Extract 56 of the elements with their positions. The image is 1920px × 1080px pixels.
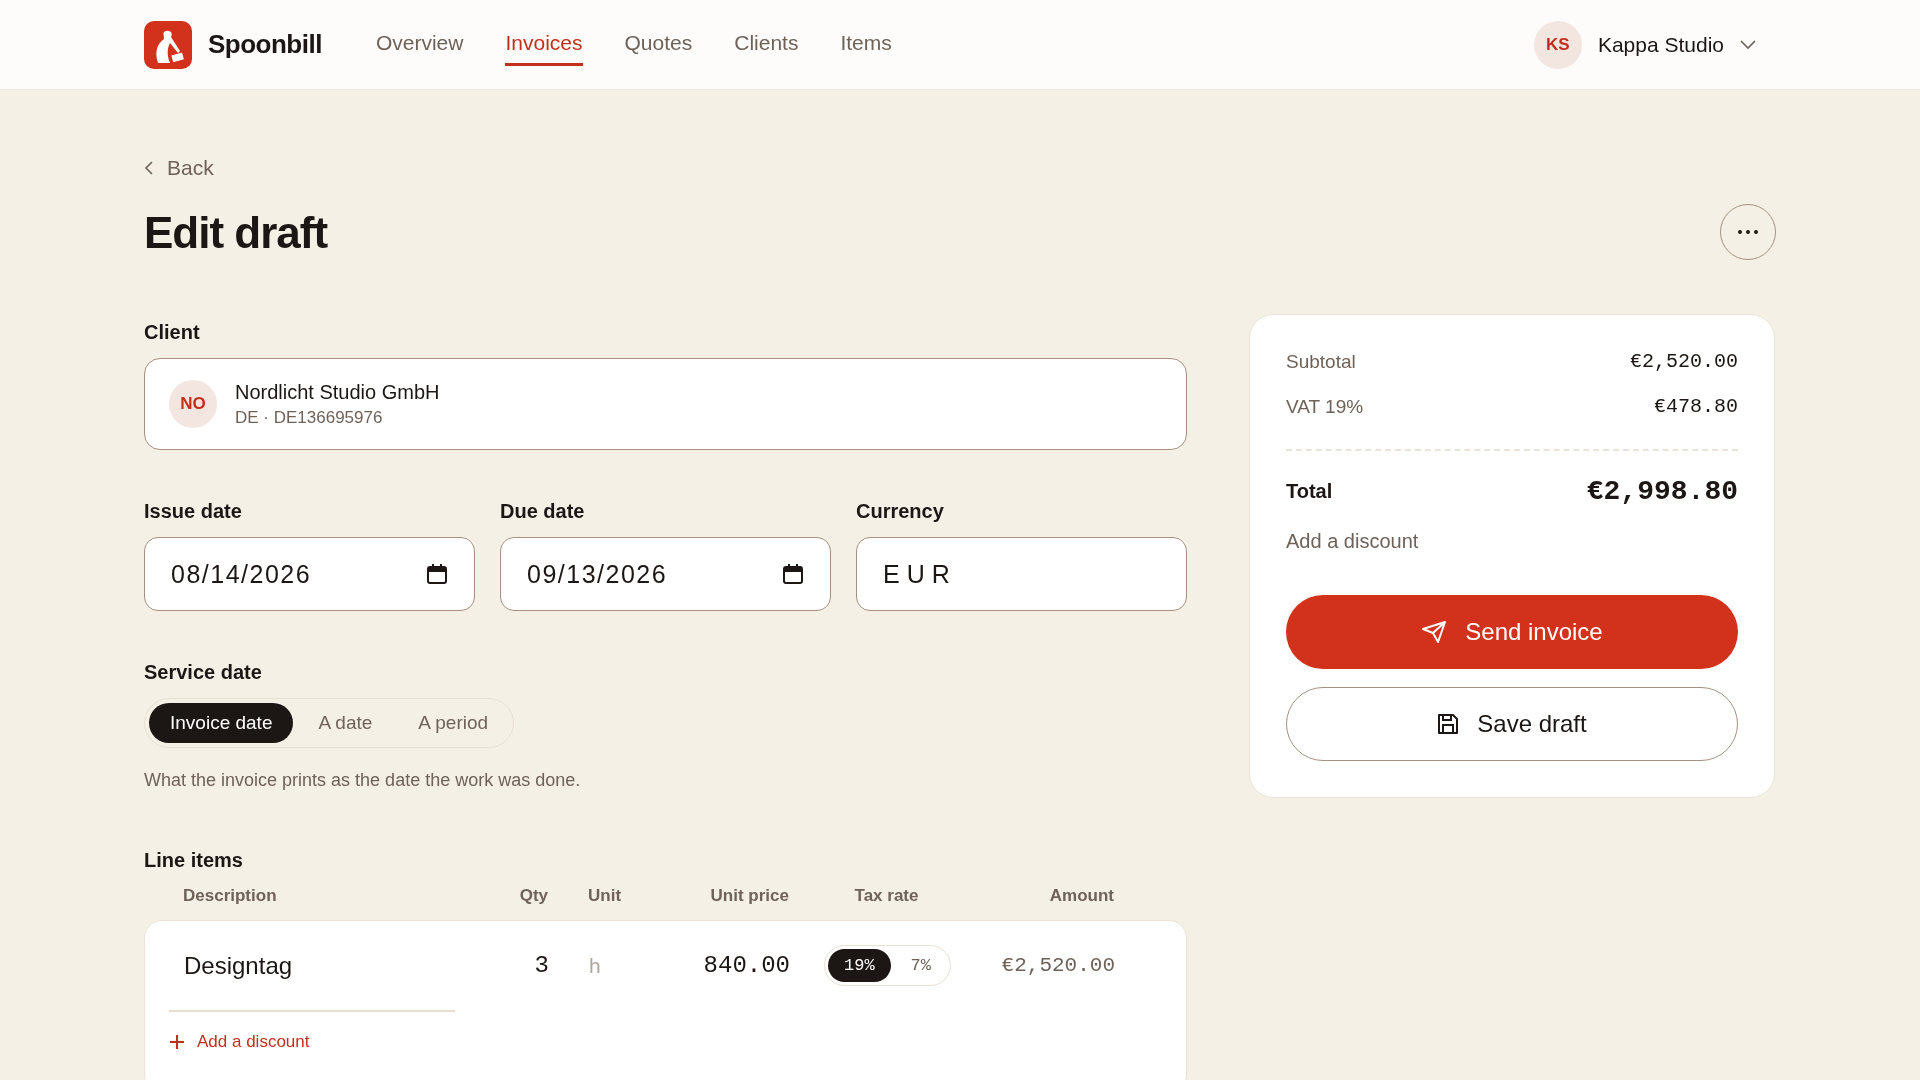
add-discount-link[interactable]: Add a discount bbox=[1286, 530, 1419, 553]
page-title: Edit draft bbox=[144, 208, 329, 258]
segment-option[interactable]: A period bbox=[397, 703, 510, 743]
account-avatar[interactable]: KS bbox=[1533, 20, 1582, 69]
summary-value: €2,520.00 bbox=[1629, 350, 1738, 373]
nav-tab[interactable]: Overview bbox=[375, 23, 464, 66]
input-field[interactable]: EUR bbox=[856, 537, 1187, 611]
client-avatar: NO bbox=[169, 380, 217, 428]
ellipsis-icon bbox=[1738, 230, 1758, 234]
segment-option[interactable]: Invoice date bbox=[149, 703, 294, 743]
brand-name: Spoonbill bbox=[208, 29, 322, 60]
nav-tab[interactable]: Clients bbox=[734, 23, 799, 66]
total-value: €2,998.80 bbox=[1586, 476, 1738, 507]
field-label: Client bbox=[144, 321, 201, 344]
field-label: Service date bbox=[144, 661, 263, 684]
item-quantity[interactable]: 3 bbox=[534, 952, 549, 979]
summary-label: VAT 19% bbox=[1286, 395, 1364, 418]
field-label: Currency bbox=[856, 500, 945, 523]
item-description[interactable]: Designtag bbox=[184, 951, 293, 979]
column-header: Unit bbox=[588, 886, 622, 906]
column-header: Qty bbox=[519, 886, 548, 906]
total-label: Total bbox=[1286, 480, 1333, 503]
column-header: Amount bbox=[1049, 886, 1114, 906]
add-discount-link[interactable]: Add a discount bbox=[169, 1031, 310, 1052]
input-field[interactable]: 09/13/2026 bbox=[500, 537, 831, 611]
item-amount: €2,520.00 bbox=[1001, 954, 1115, 977]
section-title: Line items bbox=[144, 849, 244, 872]
client-vat-id: DE · DE136695976 bbox=[235, 407, 384, 428]
save-draft-button[interactable]: Save draft bbox=[1286, 687, 1738, 761]
paper-plane-icon bbox=[1421, 620, 1448, 644]
calendar-icon[interactable] bbox=[426, 563, 448, 585]
item-unit-price[interactable]: 840.00 bbox=[703, 952, 790, 979]
tax-rate-option[interactable]: 19% bbox=[828, 949, 891, 982]
column-header: Unit price bbox=[710, 886, 789, 906]
summary-value: €478.80 bbox=[1654, 395, 1738, 418]
plus-icon bbox=[169, 1033, 185, 1050]
segment-option[interactable]: A date bbox=[297, 703, 394, 743]
calendar-icon[interactable] bbox=[782, 563, 804, 585]
nav-tab[interactable]: Quotes bbox=[624, 23, 693, 66]
tax-rate-option[interactable]: 7% bbox=[894, 949, 947, 982]
nav-tab[interactable]: Items bbox=[840, 23, 892, 66]
column-header: Tax rate bbox=[854, 886, 919, 906]
field-label: Due date bbox=[500, 500, 586, 523]
back-link[interactable]: Back bbox=[144, 156, 214, 180]
column-header: Description bbox=[183, 886, 277, 906]
input-field[interactable]: 08/14/2026 bbox=[144, 537, 475, 611]
help-text: What the invoice prints as the date the work was done. bbox=[144, 770, 582, 791]
client-name: Nordlicht Studio GmbH bbox=[235, 380, 440, 404]
chevron-left-icon bbox=[144, 161, 153, 175]
chevron-down-icon[interactable] bbox=[1740, 39, 1756, 50]
account-name[interactable]: Kappa Studio bbox=[1597, 32, 1724, 57]
summary-label: Subtotal bbox=[1286, 350, 1356, 373]
send-invoice-button[interactable]: Send invoice bbox=[1286, 595, 1738, 669]
field-label: Issue date bbox=[144, 500, 243, 523]
client-picker[interactable]: NO Nordlicht Studio GmbH DE · DE136695976 bbox=[144, 358, 1187, 450]
nav-tab[interactable]: Invoices bbox=[505, 23, 583, 66]
